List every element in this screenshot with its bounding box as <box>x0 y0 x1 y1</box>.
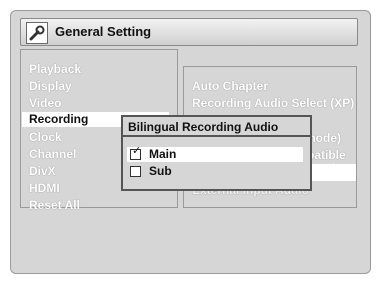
menu-item-reset-all[interactable]: Reset All <box>29 198 80 212</box>
checkbox-sub[interactable] <box>130 166 141 177</box>
menu-item-channel[interactable]: Channel <box>29 147 76 161</box>
option-sub[interactable]: Sub <box>127 164 303 179</box>
menu-item-clock[interactable]: Clock <box>29 130 62 144</box>
menu-item-playback[interactable]: Playback <box>29 62 81 76</box>
menu-item-hdmi[interactable]: HDMI <box>29 181 60 195</box>
header-bar: General Setting <box>20 18 358 46</box>
option-main[interactable]: ✓ Main <box>127 145 303 162</box>
submenu-item-partial-compatible[interactable]: patible <box>307 148 346 162</box>
dialog-title: Bilingual Recording Audio <box>123 117 310 137</box>
option-sub-label: Sub <box>149 164 172 178</box>
wrench-icon <box>26 22 48 44</box>
page-title: General Setting <box>55 24 152 39</box>
arrow-right-icon <box>333 163 344 177</box>
checkbox-main[interactable]: ✓ <box>130 145 141 160</box>
menu-item-display[interactable]: Display <box>29 79 72 93</box>
settings-screen: General Setting Playback Display Video R… <box>10 10 371 274</box>
bilingual-audio-dialog: Bilingual Recording Audio ✓ Main Sub <box>121 115 312 191</box>
submenu-item-recording-audio-select[interactable]: Recording Audio Select (XP) <box>192 96 354 110</box>
option-main-label: Main <box>149 147 177 161</box>
submenu-item-auto-chapter[interactable]: Auto Chapter <box>192 79 268 93</box>
menu-item-divx[interactable]: DivX <box>29 164 56 178</box>
menu-item-video[interactable]: Video <box>29 96 61 110</box>
check-icon: ✓ <box>132 145 142 157</box>
